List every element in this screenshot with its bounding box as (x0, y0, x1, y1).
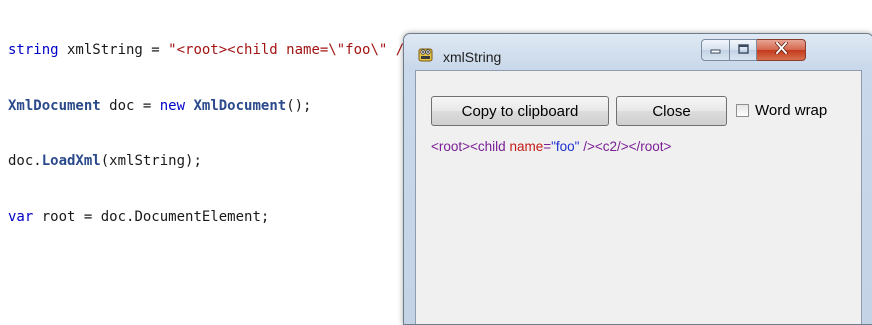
code-keyword: string (8, 42, 59, 58)
code-keyword: var (8, 208, 34, 225)
minimize-button[interactable] (701, 39, 730, 61)
xml-tag: <root><child (431, 139, 510, 154)
app-icon (417, 46, 434, 63)
title-bar[interactable]: xmlString (404, 34, 872, 70)
minimize-icon (710, 41, 721, 59)
word-wrap-toggle[interactable]: Word wrap (736, 100, 827, 120)
xmlstring-visualizer-window[interactable]: xmlString Copy to clipboard Close Word w… (403, 33, 872, 325)
caption-buttons (701, 39, 806, 61)
xml-attribute-name: name (509, 139, 544, 154)
code-text: xmlString = (58, 42, 169, 58)
code-type: XmlDocument (8, 97, 101, 114)
word-wrap-checkbox[interactable] (736, 103, 749, 117)
code-text: doc. (8, 153, 42, 169)
word-wrap-label: Word wrap (755, 101, 828, 119)
maximize-icon (737, 41, 749, 59)
close-icon (774, 41, 788, 59)
copy-to-clipboard-button[interactable]: Copy to clipboard (431, 96, 609, 126)
xml-tag: /><c2/></root> (579, 139, 672, 154)
window-content: Copy to clipboard Close Word wrap <root>… (415, 70, 862, 324)
code-text: doc = (100, 97, 160, 114)
code-method: LoadXml (41, 153, 101, 169)
close-window-button[interactable] (757, 39, 806, 61)
code-type: XmlDocument (193, 97, 287, 114)
code-text: (); (286, 97, 312, 114)
xml-viewer[interactable]: <root><child name="foo" /><c2/></root> (431, 139, 671, 154)
xml-attribute-value: "foo" (551, 139, 580, 154)
code-text: root = doc.DocumentElement; (33, 208, 270, 225)
close-button[interactable]: Close (616, 96, 727, 126)
window-title: xmlString (443, 49, 502, 65)
code-text: (xmlString); (100, 153, 202, 169)
code-keyword: new (159, 97, 186, 114)
maximize-button[interactable] (730, 39, 757, 61)
xml-equals: = (543, 139, 552, 154)
